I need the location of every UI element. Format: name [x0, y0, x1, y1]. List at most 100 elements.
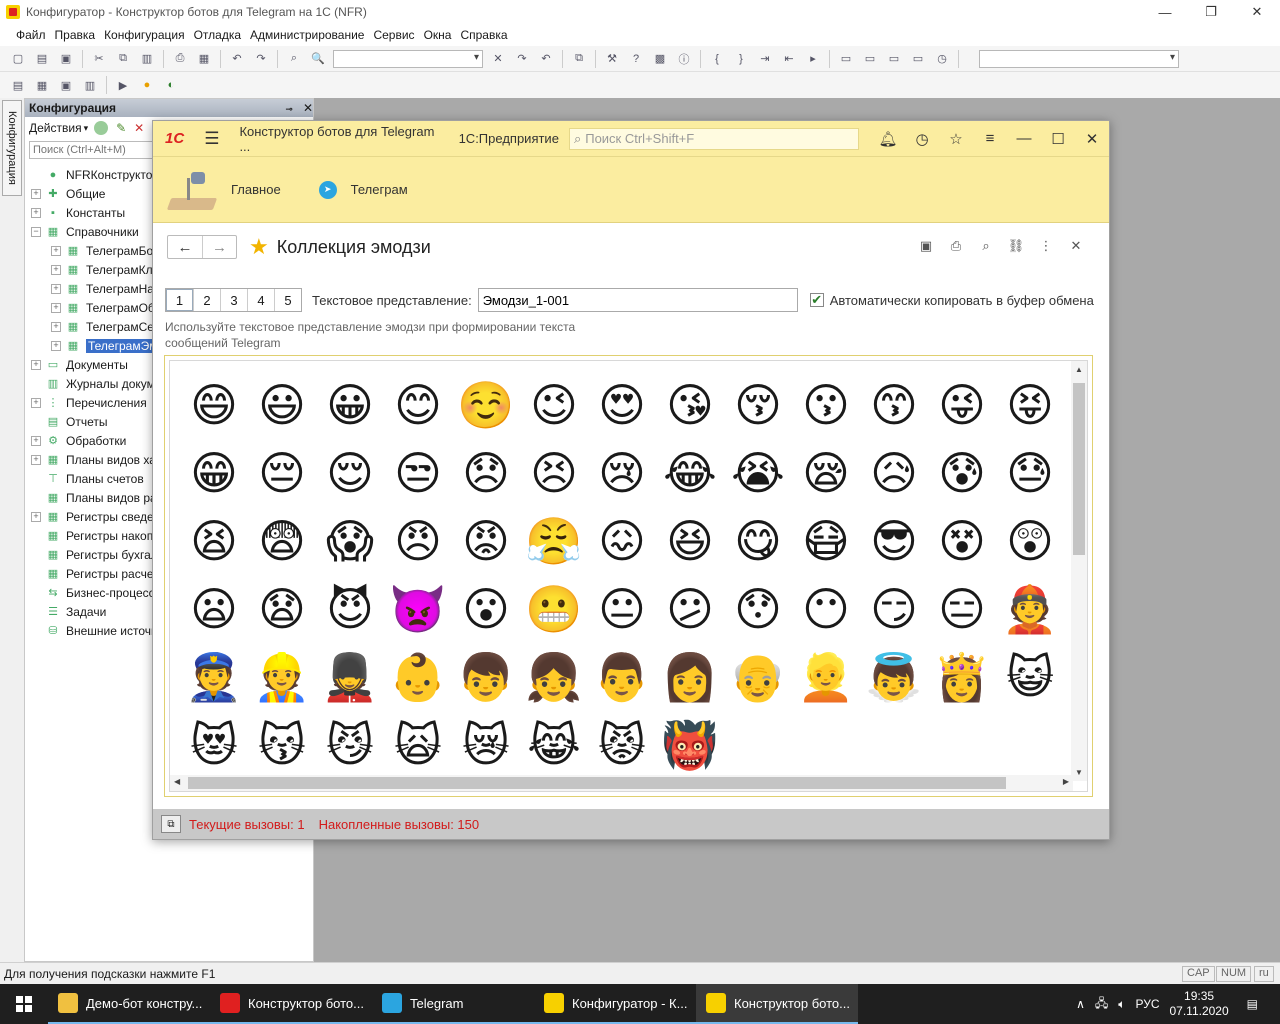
form-icon[interactable]: ▭: [862, 51, 878, 67]
emoji-cell[interactable]: 👧: [520, 643, 588, 711]
taskbar-item[interactable]: Конструктор бото...: [210, 984, 372, 1024]
favorite-star-icon[interactable]: ★: [249, 234, 269, 260]
windows-list-icon[interactable]: ⧉: [161, 815, 181, 833]
delete-icon[interactable]: ✕: [134, 121, 144, 135]
redo-icon[interactable]: ↷: [253, 51, 269, 67]
emoji-cell[interactable]: 😵: [928, 507, 996, 575]
expand-icon[interactable]: +: [31, 435, 41, 446]
emoji-cell[interactable]: 😆: [656, 507, 724, 575]
emoji-cell[interactable]: 😨: [248, 507, 316, 575]
template-icon[interactable]: ▭: [886, 51, 902, 67]
emoji-cell[interactable]: 😙: [860, 371, 928, 439]
expand-icon[interactable]: +: [51, 321, 61, 332]
taskbar-item[interactable]: Демо-бот констру...: [48, 984, 210, 1024]
compare-icon[interactable]: ▦: [34, 77, 50, 93]
expand-icon[interactable]: +: [51, 302, 61, 313]
emoji-cell[interactable]: 😤: [520, 507, 588, 575]
expand-icon[interactable]: +: [31, 188, 41, 199]
pin-icon[interactable]: ⊸: [285, 104, 293, 114]
emoji-cell[interactable]: 👹: [656, 711, 724, 779]
emoji-cell[interactable]: 👦: [452, 643, 520, 711]
emoji-cell[interactable]: 😘: [656, 371, 724, 439]
start-button[interactable]: [0, 984, 48, 1024]
minimize-button[interactable]: —: [1142, 0, 1188, 24]
emoji-cell[interactable]: 👷: [248, 643, 316, 711]
menu-item[interactable]: Файл: [16, 28, 46, 42]
expand-icon[interactable]: +: [31, 454, 41, 465]
add-icon[interactable]: [94, 121, 109, 135]
emoji-cell[interactable]: 😋: [724, 507, 792, 575]
emoji-cell[interactable]: 👱: [792, 643, 860, 711]
clear-search-icon[interactable]: ✕: [490, 51, 506, 67]
preview-icon[interactable]: ▦: [196, 51, 212, 67]
menu-lines-icon[interactable]: ≡: [973, 130, 1007, 148]
expand-icon[interactable]: +: [51, 245, 61, 256]
minimize-icon[interactable]: —: [1007, 130, 1041, 148]
more-icon[interactable]: ⋮: [1031, 238, 1061, 254]
table-icon[interactable]: ▥: [82, 77, 98, 93]
emoji-cell[interactable]: 😶: [792, 575, 860, 643]
emoji-cell[interactable]: 😰: [928, 439, 996, 507]
vertical-scroll-thumb[interactable]: [1073, 383, 1085, 555]
emoji-cell[interactable]: 😷: [792, 507, 860, 575]
open-folder-icon[interactable]: ▤: [34, 51, 50, 67]
expand-icon[interactable]: +: [31, 359, 41, 370]
emoji-cell[interactable]: 😞: [452, 439, 520, 507]
emoji-cell[interactable]: 👸: [928, 643, 996, 711]
forward-button[interactable]: →: [202, 236, 236, 258]
taskbar-item[interactable]: Конфигуратор - К...: [534, 984, 696, 1024]
back-button[interactable]: ←: [168, 236, 202, 258]
emoji-cell[interactable]: 😉: [520, 371, 588, 439]
emoji-cell[interactable]: 😂: [656, 439, 724, 507]
emoji-cell[interactable]: 😖: [588, 507, 656, 575]
run-enterprise-icon[interactable]: ●: [139, 77, 155, 93]
emoji-cell[interactable]: 😠: [384, 507, 452, 575]
auto-copy-checkbox[interactable]: ✔: [809, 292, 824, 307]
method-combo[interactable]: [979, 49, 1179, 68]
expand-icon[interactable]: +: [31, 511, 41, 522]
expand-icon[interactable]: +: [31, 207, 41, 218]
block-end-icon[interactable]: }: [733, 51, 749, 67]
find-next-icon[interactable]: ↷: [514, 51, 530, 67]
emoji-cell[interactable]: 😭: [724, 439, 792, 507]
menu-item[interactable]: Администрирование: [250, 28, 364, 42]
new-file-icon[interactable]: ▢: [10, 51, 26, 67]
emoji-cell[interactable]: 👴: [724, 643, 792, 711]
print-icon[interactable]: ⎙: [172, 51, 188, 67]
emoji-cell[interactable]: 😝: [996, 371, 1064, 439]
taskbar-item[interactable]: Telegram: [372, 984, 534, 1024]
emoji-cell[interactable]: 😑: [928, 575, 996, 643]
debug-item-icon[interactable]: ◐: [163, 77, 179, 93]
actions-menu[interactable]: Действия: [29, 121, 82, 135]
emoji-cell[interactable]: 💂: [316, 643, 384, 711]
emoji-cell[interactable]: 👨: [588, 643, 656, 711]
emoji-cell[interactable]: 😬: [520, 575, 588, 643]
emoji-cell[interactable]: 😻: [180, 711, 248, 779]
emoji-cell[interactable]: 👲: [996, 575, 1064, 643]
emoji-cell[interactable]: 😦: [180, 575, 248, 643]
maximize-button[interactable]: ❐: [1188, 0, 1234, 24]
emoji-cell[interactable]: 😒: [384, 439, 452, 507]
info-icon[interactable]: ⓘ: [676, 51, 692, 67]
emoji-cell[interactable]: 😄: [180, 371, 248, 439]
emoji-cell[interactable]: 😢: [588, 439, 656, 507]
menu-item[interactable]: Окна: [424, 28, 452, 42]
find-in-files-icon[interactable]: ⌕: [286, 51, 302, 67]
global-search[interactable]: ⌕ Поиск Ctrl+Shift+F: [568, 127, 859, 150]
emoji-cell[interactable]: 😥: [860, 439, 928, 507]
scroll-up-icon[interactable]: ▲: [1071, 365, 1087, 374]
scroll-down-icon[interactable]: ▼: [1071, 768, 1087, 777]
auto-copy-label[interactable]: Автоматически копировать в буфер обмена: [830, 293, 1094, 308]
volume-icon[interactable]: 🔈︎: [1118, 997, 1125, 1012]
block-start-icon[interactable]: {: [709, 51, 725, 67]
windows-icon[interactable]: ⧉: [571, 51, 587, 67]
emoji-cell[interactable]: 👼: [860, 643, 928, 711]
emoji-cell[interactable]: 😔: [248, 439, 316, 507]
section-telegram[interactable]: ➤ Телеграм: [295, 180, 408, 199]
emoji-cell[interactable]: 😓: [996, 439, 1064, 507]
undo-icon[interactable]: ↶: [229, 51, 245, 67]
emoji-cell[interactable]: 😾: [588, 711, 656, 779]
emoji-cell[interactable]: 😼: [316, 711, 384, 779]
expand-icon[interactable]: +: [51, 340, 61, 351]
emoji-cell[interactable]: 😊: [384, 371, 452, 439]
